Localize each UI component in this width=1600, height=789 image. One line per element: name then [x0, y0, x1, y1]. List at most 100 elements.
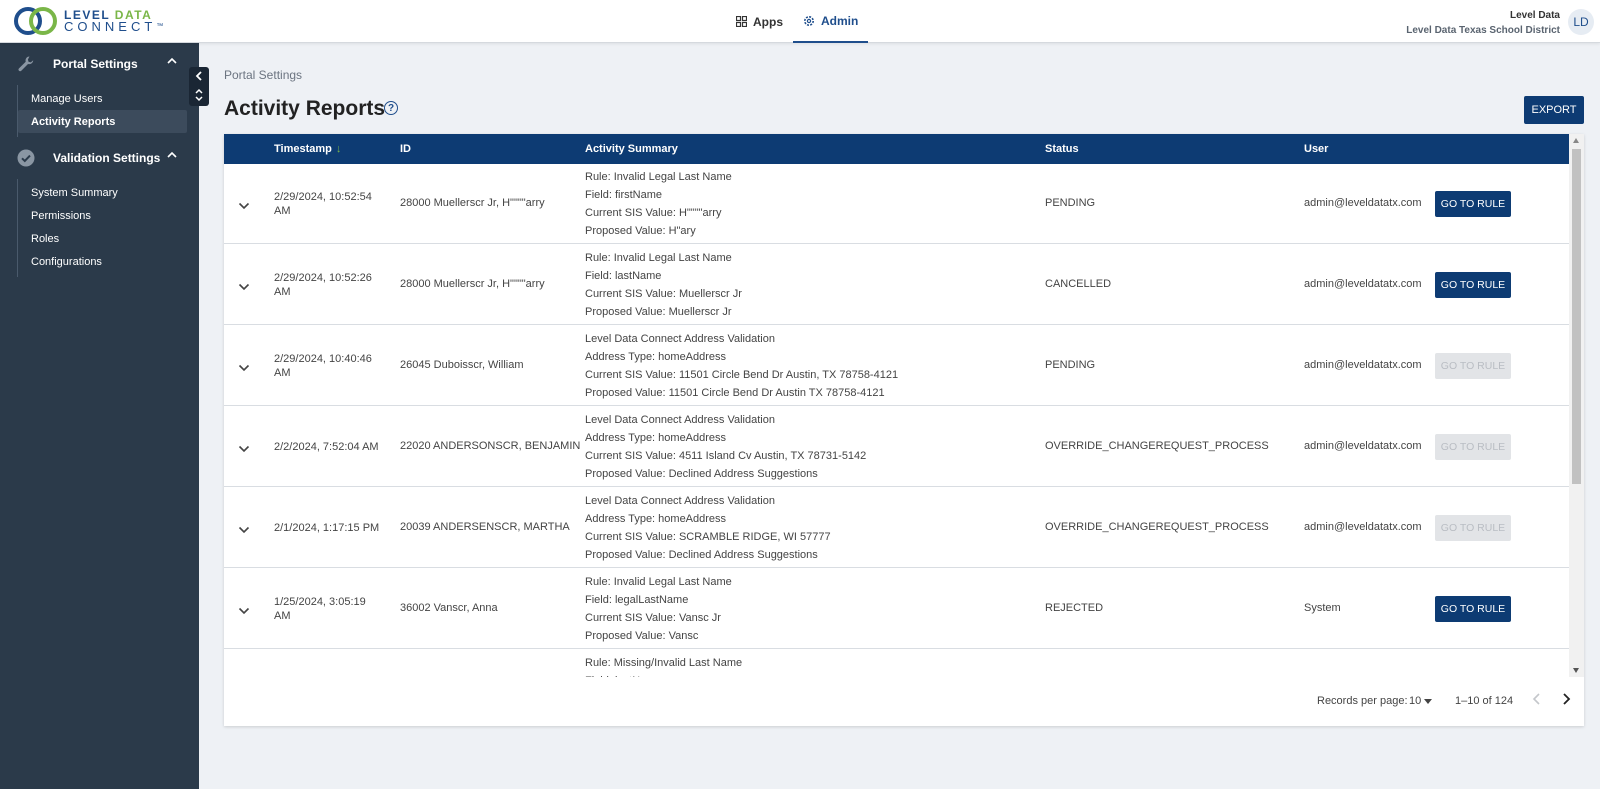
summary-line: Proposed Value: Vansc	[585, 630, 699, 642]
sidebar-item-activity-reports[interactable]: Activity Reports	[18, 110, 187, 133]
sort-descending-icon: ↓	[335, 143, 342, 155]
cell-id: 36002 Vanscr, Anna	[400, 602, 498, 614]
records-per-page-select[interactable]: 10	[1409, 695, 1433, 707]
cell-id: 26045 Duboisscr, William	[400, 359, 524, 371]
previous-page-icon[interactable]	[1532, 693, 1542, 705]
chevron-down-icon[interactable]	[238, 200, 250, 212]
expand-vertical-icon	[195, 89, 203, 102]
cell-status: REJECTED	[1045, 602, 1104, 614]
summary-line: Current SIS Value: Vansc Jr	[585, 612, 721, 624]
export-button[interactable]: EXPORT	[1524, 96, 1584, 124]
cell-status: OVERRIDE_CHANGEREQUEST_PROCESS	[1045, 440, 1269, 452]
table-row[interactable]: 1/25/2024, 3:05:19 AM 36002 Vanscr, Anna Ru…	[224, 569, 1569, 649]
scrollbar-thumb[interactable]	[1572, 149, 1581, 484]
help-icon[interactable]: ?	[384, 101, 398, 115]
cell-user: admin@leveldatatx.com	[1304, 197, 1422, 209]
chevron-down-icon[interactable]	[238, 362, 250, 374]
cell-user: admin@leveldatatx.com	[1304, 440, 1422, 452]
sidebar: Portal Settings Manage Users Activity Re…	[0, 43, 199, 789]
check-circle-icon	[16, 148, 36, 168]
summary-line: Proposed Value: H"ary	[585, 225, 696, 237]
level-data-connect-logo[interactable]: LEVEL DATA CONNECT™	[14, 6, 163, 36]
column-header-user[interactable]: User	[1304, 143, 1328, 155]
go-to-rule-button[interactable]: GO TO RULE	[1435, 596, 1511, 622]
sidebar-item-label: Activity Reports	[31, 115, 116, 128]
sidebar-collapse-button[interactable]	[189, 67, 209, 106]
cell-activity-summary: Level Data Connect Address Validation Add…	[585, 492, 831, 564]
chevron-down-icon[interactable]	[238, 605, 250, 617]
cell-id: 28000 Muellerscr Jr, H""""arry	[400, 278, 545, 290]
summary-line: Rule: Missing/Invalid Last Name	[585, 657, 743, 669]
sidebar-item-label: Roles	[31, 232, 60, 245]
sidebar-item-system-summary[interactable]: System Summary	[18, 181, 187, 204]
avatar[interactable]: LD	[1568, 9, 1594, 35]
scroll-up-arrow-icon[interactable]	[1573, 138, 1579, 143]
table-row[interactable]: 2/2/2024, 7:52:04 AM 22020 ANDERSONSCR, B…	[224, 407, 1569, 487]
chevron-down-icon[interactable]	[238, 281, 250, 293]
summary-line: Address Type: homeAddress	[585, 351, 727, 363]
sidebar-item-roles[interactable]: Roles	[18, 227, 187, 250]
records-per-page-value: 10	[1409, 695, 1422, 707]
summary-line: Proposed Value: 11501 Circle Bend Dr Aus…	[585, 387, 885, 399]
table-scrollbar[interactable]	[1569, 134, 1584, 677]
go-to-rule-button[interactable]: GO TO RULE	[1435, 191, 1511, 217]
user-info[interactable]: Level Data Level Data Texas School Distr…	[1406, 8, 1560, 38]
sidebar-item-label: Configurations	[31, 255, 102, 268]
column-header-activity-summary[interactable]: Activity Summary	[585, 143, 678, 155]
chevron-up-icon[interactable]	[167, 57, 177, 64]
nav-apps[interactable]: Apps	[726, 0, 793, 43]
summary-line: Current SIS Value: H""""arry	[585, 207, 722, 219]
cell-id: 20039 ANDERSENSCR, MARTHA	[400, 521, 570, 533]
table-row[interactable]: 2/1/2024, 1:17:15 PM 20039 ANDERSENSCR, M…	[224, 488, 1569, 568]
nav-admin[interactable]: Admin	[793, 0, 869, 43]
sidebar-section-label: Validation Settings	[53, 151, 161, 165]
summary-line: Level Data Connect Address Validation	[585, 333, 775, 345]
cell-activity-summary: Rule: Invalid Legal Last Name Field: lega…	[585, 573, 732, 645]
validation-settings-list: System Summary Permissions Roles Configu…	[17, 179, 199, 277]
summary-line: Current SIS Value: 11501 Circle Bend Dr …	[585, 369, 899, 381]
cell-id: 28000 Muellerscr Jr, H""""arry	[400, 197, 545, 209]
scroll-down-arrow-icon[interactable]	[1573, 668, 1579, 673]
next-page-icon[interactable]	[1561, 693, 1571, 705]
logo-tm: ™	[156, 23, 164, 30]
column-header-id[interactable]: ID	[400, 143, 411, 155]
chevron-up-icon[interactable]	[167, 151, 177, 158]
sidebar-section-validation-settings[interactable]: Validation Settings	[0, 137, 199, 179]
records-per-page-label: Records per page:	[1317, 695, 1408, 707]
pagination: Records per page: 10 1–10 of 124	[224, 677, 1584, 726]
sidebar-item-label: Manage Users	[31, 92, 103, 105]
wrench-icon	[16, 54, 36, 74]
table-row[interactable]: 2/29/2024, 10:52:54 AM 28000 Muellerscr Jr…	[224, 164, 1569, 244]
cell-timestamp: 2/29/2024, 10:52:54 AM	[274, 190, 384, 218]
summary-line: Proposed Value: Declined Address Suggest…	[585, 549, 818, 561]
sidebar-section-portal-settings[interactable]: Portal Settings	[0, 43, 199, 85]
user-name: Level Data	[1509, 10, 1560, 21]
breadcrumb[interactable]: Portal Settings	[224, 68, 302, 82]
column-header-timestamp[interactable]: Timestamp ↓	[274, 143, 341, 155]
cell-activity-summary: Rule: Invalid Legal Last Name Field: firs…	[585, 168, 732, 240]
table-row[interactable]: 2/29/2024, 10:52:26 AM 28000 Muellerscr Jr…	[224, 245, 1569, 325]
sidebar-item-manage-users[interactable]: Manage Users	[18, 87, 187, 110]
nav-admin-label: Admin	[821, 13, 859, 28]
cell-status: OVERRIDE_CHANGEREQUEST_PROCESS	[1045, 521, 1269, 533]
table-row[interactable]: 2/29/2024, 10:40:46 AM 26045 Duboisscr, Wi…	[224, 326, 1569, 406]
apps-grid-icon	[736, 16, 747, 27]
go-to-rule-button[interactable]: GO TO RULE	[1435, 272, 1511, 298]
column-header-status[interactable]: Status	[1045, 143, 1079, 155]
cell-activity-summary: Rule: Missing/Invalid Last NameField: la…	[585, 654, 742, 677]
go-to-rule-button: GO TO RULE	[1435, 434, 1511, 460]
cell-timestamp: 2/29/2024, 10:52:26 AM	[274, 271, 384, 299]
sidebar-item-configurations[interactable]: Configurations	[18, 250, 187, 273]
cell-timestamp: 2/2/2024, 7:52:04 AM	[274, 440, 384, 454]
sidebar-item-permissions[interactable]: Permissions	[18, 204, 187, 227]
pagination-range: 1–10 of 124	[1455, 695, 1514, 707]
table-row[interactable]: 1/25/2024, 3:05:19Rule: Missing/Invalid …	[224, 650, 1569, 677]
summary-line: Rule: Invalid Legal Last Name	[585, 252, 732, 264]
column-header-label: Timestamp	[274, 143, 332, 155]
chevron-down-icon[interactable]	[238, 524, 250, 536]
nav-apps-label: Apps	[753, 14, 783, 29]
top-header: LEVEL DATA CONNECT™ Apps Admin Level Dat…	[0, 0, 1600, 43]
chevron-down-icon[interactable]	[238, 443, 250, 455]
sidebar-item-label: System Summary	[31, 186, 118, 199]
timestamp-line: 2/29/2024, 10:52:54	[274, 191, 372, 203]
